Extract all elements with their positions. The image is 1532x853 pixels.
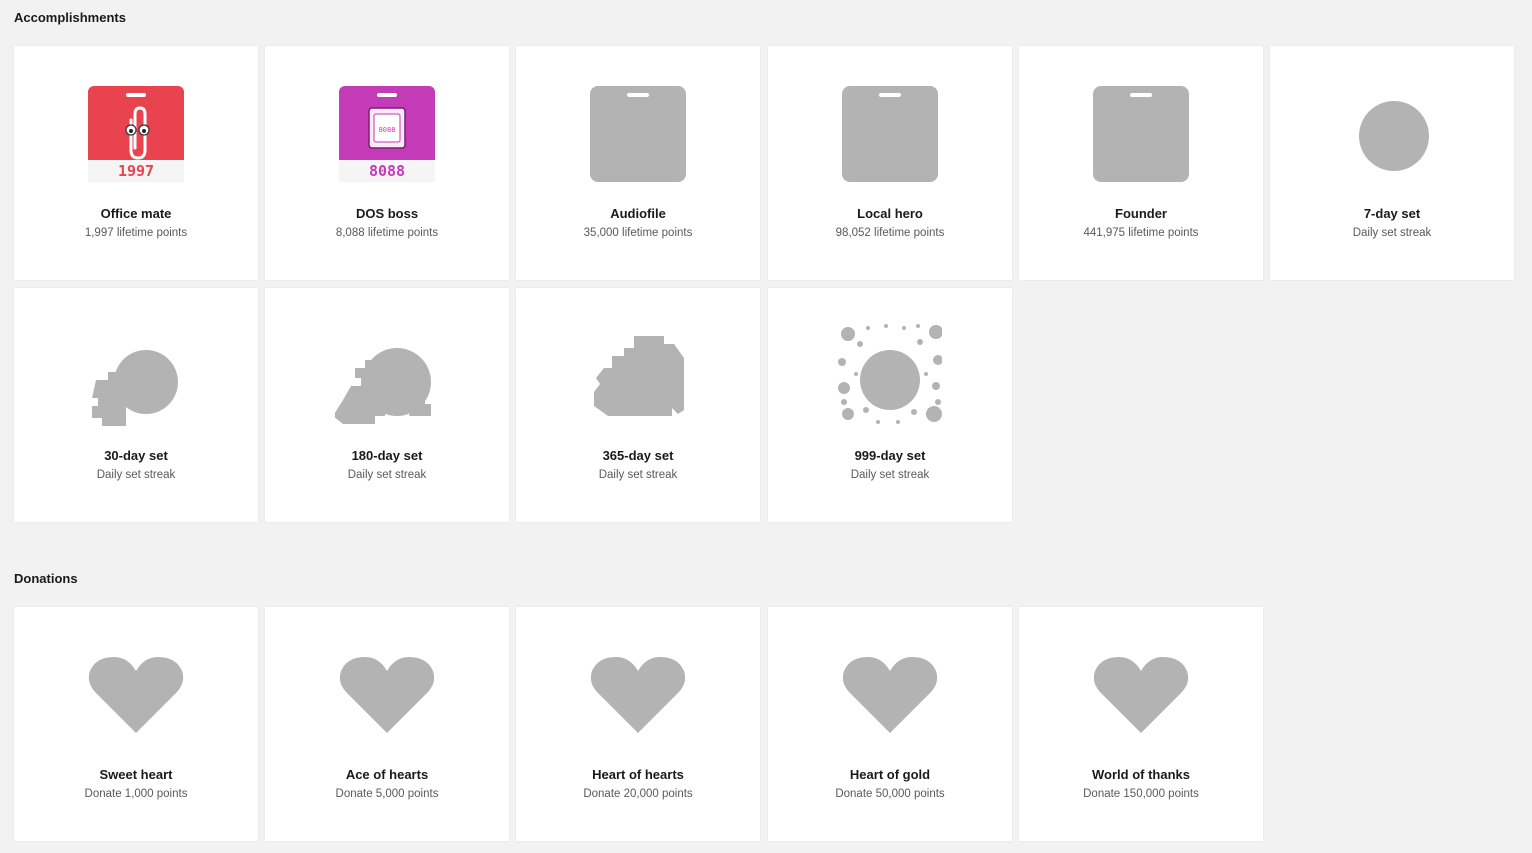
svg-text:8088: 8088 bbox=[369, 162, 405, 180]
achievement-title: Heart of gold bbox=[849, 767, 931, 782]
achievement-subtitle: Donate 1,000 points bbox=[84, 788, 188, 800]
achievement-card[interactable]: Heart of hearts Donate 20,000 points bbox=[516, 607, 760, 841]
locked-badge-icon bbox=[838, 80, 942, 184]
achievement-title: Office mate bbox=[100, 206, 172, 221]
achievement-subtitle: Donate 50,000 points bbox=[835, 788, 945, 800]
achievement-subtitle: Donate 5,000 points bbox=[335, 788, 439, 800]
heart-icon bbox=[335, 641, 439, 745]
achievement-card[interactable]: Heart of gold Donate 50,000 points bbox=[768, 607, 1012, 841]
achievement-title: 30-day set bbox=[104, 448, 168, 463]
dos-boss-badge-icon: 8088 8088 bbox=[335, 80, 439, 184]
achievement-subtitle: 98,052 lifetime points bbox=[835, 227, 945, 239]
achievement-title: Sweet heart bbox=[99, 767, 173, 782]
achievement-card[interactable]: 30-day set Daily set streak bbox=[14, 288, 258, 522]
heart-icon bbox=[586, 641, 690, 745]
locked-badge-icon bbox=[586, 80, 690, 184]
achievement-subtitle: Daily set streak bbox=[598, 469, 678, 481]
locked-streak-180-icon bbox=[335, 322, 439, 426]
achievement-subtitle: Daily set streak bbox=[96, 469, 176, 481]
achievement-subtitle: Daily set streak bbox=[347, 469, 427, 481]
section-title: Donations bbox=[14, 571, 78, 586]
locked-circle-icon bbox=[1340, 80, 1444, 184]
svg-text:1997: 1997 bbox=[118, 162, 154, 180]
achievement-subtitle: Donate 20,000 points bbox=[583, 788, 693, 800]
locked-streak-30-icon bbox=[84, 322, 188, 426]
achievement-title: World of thanks bbox=[1092, 767, 1190, 782]
achievement-title: 7-day set bbox=[1363, 206, 1421, 221]
achievement-subtitle: Daily set streak bbox=[850, 469, 930, 481]
achievement-title: Founder bbox=[1115, 206, 1167, 221]
achievement-title: 999-day set bbox=[854, 448, 926, 463]
achievement-subtitle: Daily set streak bbox=[1352, 227, 1432, 239]
heart-icon bbox=[1089, 641, 1193, 745]
section-title: Accomplishments bbox=[14, 10, 126, 25]
achievement-title: Audiofile bbox=[610, 206, 666, 221]
achievement-subtitle: Donate 150,000 points bbox=[1083, 788, 1199, 800]
achievement-card[interactable]: 180-day set Daily set streak bbox=[265, 288, 509, 522]
achievement-card[interactable]: 365-day set Daily set streak bbox=[516, 288, 760, 522]
heart-icon bbox=[838, 641, 942, 745]
heart-icon bbox=[84, 641, 188, 745]
achievement-subtitle: 441,975 lifetime points bbox=[1083, 227, 1199, 239]
achievement-card[interactable]: 1997 Office mate 1,997 lifetime points bbox=[14, 46, 258, 280]
achievement-card[interactable]: 999-day set Daily set streak bbox=[768, 288, 1012, 522]
achievement-title: Ace of hearts bbox=[345, 767, 429, 782]
achievement-subtitle: 35,000 lifetime points bbox=[583, 227, 693, 239]
locked-badge-icon bbox=[1089, 80, 1193, 184]
achievement-card[interactable]: Audiofile 35,000 lifetime points bbox=[516, 46, 760, 280]
achievement-card[interactable]: 8088 8088 DOS boss 8,088 lifetime points bbox=[265, 46, 509, 280]
achievement-title: DOS boss bbox=[355, 206, 419, 221]
achievement-card[interactable]: Ace of hearts Donate 5,000 points bbox=[265, 607, 509, 841]
svg-text:8088: 8088 bbox=[379, 126, 396, 134]
achievement-card[interactable]: Founder 441,975 lifetime points bbox=[1019, 46, 1263, 280]
achievement-card[interactable]: Sweet heart Donate 1,000 points bbox=[14, 607, 258, 841]
achievement-subtitle: 8,088 lifetime points bbox=[335, 227, 439, 239]
locked-streak-365-icon bbox=[586, 322, 690, 426]
office-mate-badge-icon: 1997 bbox=[84, 80, 188, 184]
achievement-title: Heart of hearts bbox=[592, 767, 684, 782]
achievement-title: 365-day set bbox=[602, 448, 674, 463]
achievement-title: Local hero bbox=[857, 206, 923, 221]
achievement-card[interactable]: 7-day set Daily set streak bbox=[1270, 46, 1514, 280]
locked-streak-999-icon bbox=[838, 322, 942, 426]
achievement-card[interactable]: Local hero 98,052 lifetime points bbox=[768, 46, 1012, 280]
achievement-card[interactable]: World of thanks Donate 150,000 points bbox=[1019, 607, 1263, 841]
achievement-title: 180-day set bbox=[351, 448, 423, 463]
achievement-subtitle: 1,997 lifetime points bbox=[84, 227, 188, 239]
